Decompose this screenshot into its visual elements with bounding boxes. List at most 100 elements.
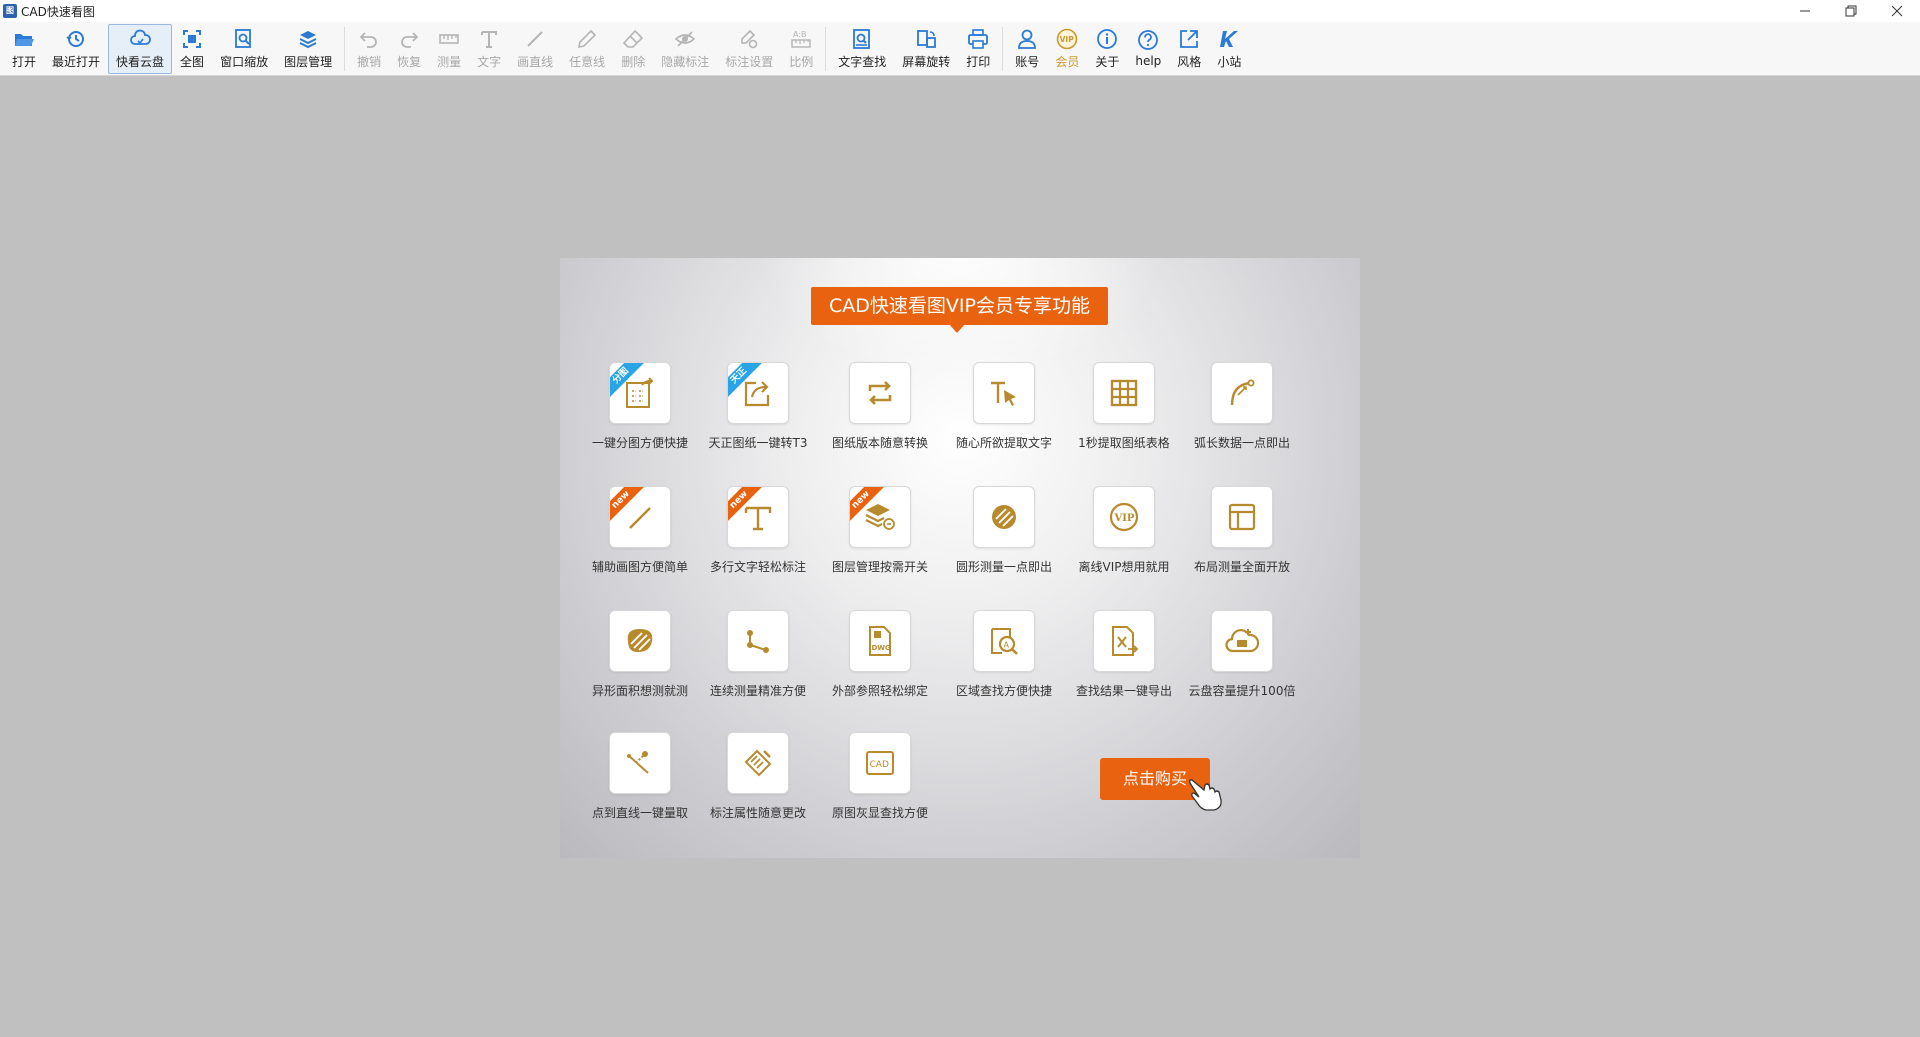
feature-item[interactable]: 点到直线一键量取 bbox=[584, 732, 696, 821]
redo-button[interactable]: 恢复 bbox=[389, 24, 429, 74]
feature-label: 多行文字轻松标注 bbox=[709, 560, 806, 574]
extract-text-icon bbox=[991, 381, 1016, 406]
annotation-settings-icon bbox=[741, 29, 758, 48]
restore-icon bbox=[1845, 5, 1857, 17]
feature-item[interactable]: 查找结果一键导出 bbox=[1068, 610, 1180, 699]
style-button[interactable]: 风格 bbox=[1169, 24, 1209, 74]
point-line-icon bbox=[627, 751, 649, 774]
freehand-button[interactable]: 任意线 bbox=[561, 24, 613, 74]
feature-label: 离线VIP想用就用 bbox=[1078, 560, 1170, 574]
restore-button[interactable] bbox=[1828, 0, 1874, 22]
feature-label: 区域查找方便快捷 bbox=[955, 684, 1052, 698]
fit-all-button[interactable]: 全图 bbox=[172, 24, 212, 74]
vip-icon: VIP bbox=[1057, 28, 1078, 49]
rotate-screen-button[interactable]: 屏幕旋转 bbox=[894, 24, 958, 74]
feature-label: 标注属性随意更改 bbox=[709, 806, 806, 820]
feature-label: 连续测量精准方便 bbox=[709, 684, 806, 698]
eraser-icon bbox=[623, 29, 644, 48]
toolbar-label: 快看云盘 bbox=[116, 54, 165, 69]
site-button[interactable]: 小站 bbox=[1209, 24, 1249, 74]
help-button[interactable]: help bbox=[1127, 24, 1169, 74]
text-search-button[interactable]: 文字查找 bbox=[830, 24, 894, 74]
feature-item[interactable]: 弧长数据一点即出 bbox=[1186, 362, 1298, 451]
toolbar-separator bbox=[1002, 26, 1004, 71]
feature-tile: VIP bbox=[1093, 486, 1155, 548]
svg-text:VIP: VIP bbox=[1114, 513, 1135, 524]
print-button[interactable]: 打印 bbox=[958, 24, 998, 74]
feature-label: 辅助画图方便简单 bbox=[591, 560, 688, 574]
feature-tile bbox=[609, 732, 671, 794]
feature-tile: 分图 bbox=[609, 362, 671, 424]
freehand-icon bbox=[578, 29, 597, 48]
feature-item[interactable]: 云盘容量提升100倍 bbox=[1186, 610, 1298, 699]
feature-item[interactable]: 随心所欲提取文字 bbox=[948, 362, 1060, 451]
member-button[interactable]: VIP 会员 bbox=[1047, 24, 1087, 74]
feature-item[interactable]: A 区域查找方便快捷 bbox=[948, 610, 1060, 699]
feature-item[interactable]: CAD 原图灰显查找方便 bbox=[824, 732, 936, 821]
layer-manager-button[interactable]: 图层管理 bbox=[276, 24, 340, 74]
layout-icon bbox=[1228, 503, 1256, 531]
feature-item[interactable]: 异形面积想测就测 bbox=[584, 610, 696, 699]
text-button[interactable]: 文字 bbox=[469, 24, 509, 74]
feature-item[interactable]: new 图层管理按需开关 bbox=[824, 486, 936, 575]
cloud-storage-icon bbox=[1225, 629, 1260, 653]
draw-line-icon bbox=[629, 507, 651, 529]
recent-button[interactable]: 最近打开 bbox=[44, 24, 108, 74]
continuous-measure-icon bbox=[747, 630, 769, 653]
window-controls bbox=[1782, 0, 1920, 22]
toolbar-label: 窗口缩放 bbox=[220, 54, 269, 69]
area-search-icon: A bbox=[991, 628, 1018, 655]
feature-item[interactable]: VIP 离线VIP想用就用 bbox=[1068, 486, 1180, 575]
feature-tile: A bbox=[973, 610, 1035, 672]
close-button[interactable] bbox=[1874, 0, 1920, 22]
feature-label: 异形面积想测就测 bbox=[591, 684, 688, 698]
feature-label: 图层管理按需开关 bbox=[831, 560, 928, 574]
zoom-window-button[interactable]: 窗口缩放 bbox=[212, 24, 276, 74]
svg-text:DWG: DWG bbox=[872, 644, 892, 652]
feature-item[interactable]: 图纸版本随意转换 bbox=[824, 362, 936, 451]
feature-item[interactable]: new 多行文字轻松标注 bbox=[702, 486, 814, 575]
hide-annotation-button[interactable]: 隐藏标注 bbox=[653, 24, 717, 74]
style-icon bbox=[1180, 29, 1199, 48]
feature-item[interactable]: 圆形测量一点即出 bbox=[948, 486, 1060, 575]
cloud-disk-button[interactable]: 快看云盘 bbox=[108, 23, 173, 74]
feature-item[interactable]: DWG 外部参照轻松绑定 bbox=[824, 610, 936, 699]
draw-line-button[interactable]: 画直线 bbox=[509, 24, 561, 74]
window-title: CAD快速看图 bbox=[21, 4, 95, 19]
split-drawing-icon bbox=[626, 377, 654, 408]
svg-text:A:B: A:B bbox=[793, 30, 807, 39]
folder-open-icon bbox=[15, 33, 34, 46]
minimize-icon bbox=[1800, 10, 1810, 12]
feature-label: 云盘容量提升100倍 bbox=[1188, 684, 1296, 698]
undo-button[interactable]: 撤销 bbox=[349, 24, 389, 74]
feature-item[interactable]: 1秒提取图纸表格 bbox=[1068, 362, 1180, 451]
toolbar-label: 恢复 bbox=[397, 54, 422, 69]
toolbar-label: 小站 bbox=[1217, 54, 1242, 69]
feature-tile bbox=[1211, 610, 1273, 672]
feature-item[interactable]: 分图 一键分图方便快捷 bbox=[584, 362, 696, 451]
feature-item[interactable]: new 辅助画图方便简单 bbox=[584, 486, 696, 575]
account-button[interactable]: 账号 bbox=[1007, 24, 1047, 74]
feature-item[interactable]: 连续测量精准方便 bbox=[702, 610, 814, 699]
title-pointer bbox=[949, 324, 965, 333]
xref-icon: DWG bbox=[869, 626, 892, 656]
minimize-button[interactable] bbox=[1782, 0, 1828, 22]
open-button[interactable]: 打开 bbox=[4, 24, 44, 74]
feature-item[interactable]: 标注属性随意更改 bbox=[702, 732, 814, 821]
feature-tile bbox=[609, 610, 671, 672]
delete-button[interactable]: 删除 bbox=[613, 24, 653, 74]
line-icon bbox=[527, 30, 543, 47]
scale-button[interactable]: A:B 比例 bbox=[781, 24, 821, 74]
undo-icon bbox=[359, 31, 377, 48]
feature-tile bbox=[727, 732, 789, 794]
annotation-settings-button[interactable]: 标注设置 bbox=[717, 24, 781, 74]
layers-icon bbox=[299, 30, 317, 48]
site-icon bbox=[1220, 30, 1239, 47]
about-button[interactable]: 关于 bbox=[1087, 24, 1127, 74]
vip-panel-title: CAD快速看图VIP会员专享功能 bbox=[811, 287, 1108, 325]
feature-item[interactable]: 布局测量全面开放 bbox=[1186, 486, 1298, 575]
feature-item[interactable]: 天正 天正图纸一键转T3 bbox=[702, 362, 814, 451]
user-icon bbox=[1018, 29, 1037, 49]
measure-button[interactable]: 测量 bbox=[429, 24, 469, 74]
feature-label: 布局测量全面开放 bbox=[1193, 560, 1290, 574]
